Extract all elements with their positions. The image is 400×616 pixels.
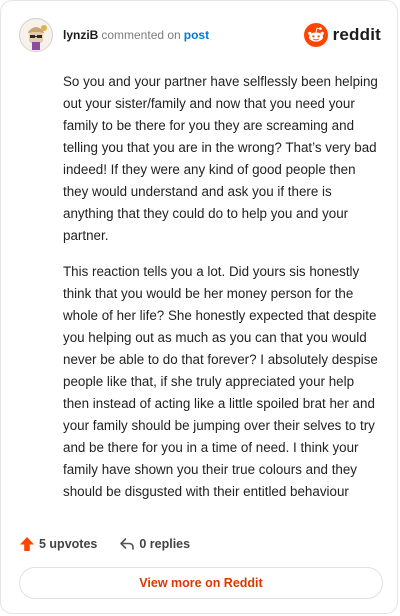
replies-button[interactable]: 0 replies: [119, 536, 190, 552]
user-avatar[interactable]: [19, 18, 53, 52]
avatar-character-icon: [21, 20, 51, 50]
reddit-logo[interactable]: reddit: [303, 23, 381, 47]
upvote-button[interactable]: 5 upvotes: [19, 536, 97, 552]
comment-meta: lynziB commented on post: [63, 27, 209, 43]
reply-arrow-icon: [120, 538, 135, 550]
comment-paragraph: So you and your partner have selflessly …: [63, 74, 378, 243]
view-more-button[interactable]: View more on Reddit: [19, 567, 383, 599]
comment-body: So you and your partner have selflessly …: [63, 71, 379, 517]
username-link[interactable]: lynziB: [63, 28, 98, 42]
comment-header: lynziB commented on post reddit: [19, 15, 381, 55]
action-text: commented on: [101, 28, 181, 42]
comment-paragraph: This reaction tells you a lot. Did yours…: [63, 264, 378, 499]
upvote-arrow-icon: [20, 537, 34, 551]
reddit-wordmark: reddit: [332, 25, 381, 44]
reddit-snoo-icon: [303, 23, 328, 47]
post-link[interactable]: post: [184, 28, 209, 42]
comment-footer: 5 upvotes 0 replies: [19, 533, 190, 555]
reply-count: 0 replies: [139, 537, 191, 551]
comment-embed-card: lynziB commented on post reddit So you and…: [0, 0, 398, 614]
view-more-label: View more on Reddit: [139, 576, 263, 590]
upvote-count: 5 upvotes: [39, 537, 98, 551]
